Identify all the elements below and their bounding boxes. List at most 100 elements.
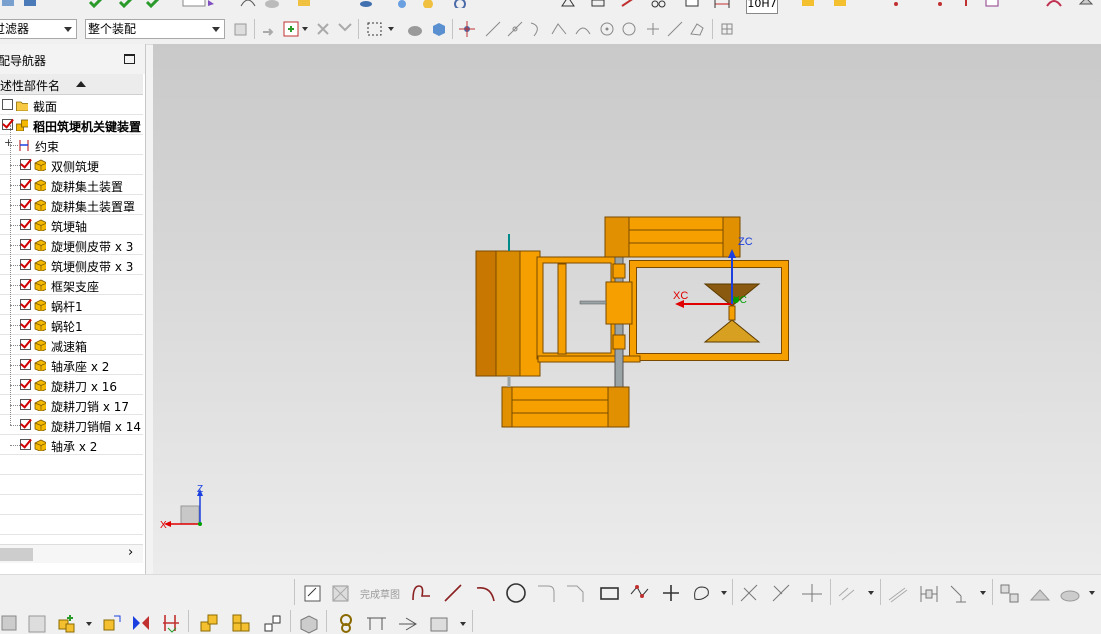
mid-point-icon[interactable] [506,20,524,38]
visibility-checkbox[interactable] [20,379,31,390]
chevron-down-icon[interactable] [460,622,466,626]
tree-node[interactable]: 旋埂侧皮带 x 3 [0,235,143,255]
measure-icon[interactable] [394,0,410,8]
belt-set-top[interactable] [604,216,741,258]
tree-node[interactable]: + 约束 [0,135,143,155]
component-icon[interactable] [800,0,816,8]
extrude-icon[interactable] [296,0,312,8]
finish-sketch-label[interactable]: 完成草图 [360,586,400,601]
dimension-icon[interactable] [714,0,730,8]
grid-icon[interactable] [718,20,736,38]
triangle-icon[interactable] [560,0,576,8]
exploded-view-icon[interactable] [198,612,220,634]
rapid-dimension-icon[interactable] [916,582,942,604]
wave-link-icon[interactable] [262,612,284,634]
arrangement-icon[interactable] [428,612,452,634]
point-icon[interactable] [660,582,682,604]
tree-node[interactable]: 旋耕刀 x 16 [0,375,143,395]
expand-icon[interactable]: + [4,136,13,149]
chevron-down-icon[interactable] [86,622,92,626]
convert-reference-icon[interactable] [1028,582,1054,604]
sketch-icon[interactable] [302,582,324,604]
visibility-checkbox[interactable] [20,259,31,270]
scope-dropdown[interactable]: 整个装配 [85,19,225,39]
tree-node[interactable]: 截面 [0,95,143,115]
sort-ascending-icon[interactable] [76,81,86,87]
point-on-face-icon[interactable] [688,20,706,38]
tree-node[interactable]: 轴承 x 2 [0,435,143,455]
visibility-checkbox[interactable] [20,239,31,250]
chevron-down-icon[interactable] [1089,591,1095,595]
chevron-down-icon[interactable] [721,591,727,595]
surface-icon[interactable] [1046,0,1062,8]
shape-icon[interactable] [1078,0,1094,8]
assembly-icon[interactable] [0,612,20,634]
model-view[interactable]: XC ZC YC Z X [153,44,1101,574]
visibility-checkbox[interactable] [20,419,31,430]
motion-icon[interactable] [364,612,390,634]
chamfer-icon[interactable] [565,582,587,604]
check-icon[interactable] [145,0,161,8]
scrollbar-thumb[interactable] [0,548,33,561]
tree-node[interactable]: 旋耕刀销帽 x 14 [0,415,143,435]
datum-icon[interactable] [590,0,606,8]
point-icon[interactable] [888,0,904,8]
check-icon[interactable] [88,0,104,8]
visibility-checkbox[interactable] [20,439,31,450]
tree-node[interactable]: 旋耕集土装置 [0,175,143,195]
end-point-icon[interactable] [484,20,502,38]
mirror-assembly-icon[interactable] [130,612,152,634]
curve-icon[interactable] [240,0,256,8]
move-component-icon[interactable] [100,612,122,634]
route-icon[interactable] [396,612,420,634]
chevron-down-icon[interactable] [868,591,874,595]
tree-node[interactable]: 框架支座 [0,275,143,295]
visibility-checkbox[interactable] [20,219,31,230]
circle-center-icon[interactable] [598,20,616,38]
tree-node[interactable]: 减速箱 [0,335,143,355]
control-point-icon[interactable] [528,20,546,38]
graphics-window[interactable]: XC ZC YC Z X [153,44,1101,574]
tolerance-field[interactable]: 10H7 [746,0,778,14]
visibility-checkbox[interactable] [20,339,31,350]
tree-node[interactable]: 轴承座 x 2 [0,355,143,375]
new-file-icon[interactable] [0,0,16,8]
display-constraints-icon[interactable] [998,582,1022,604]
point-icon[interactable] [932,0,948,8]
point-on-curve-icon[interactable] [666,20,684,38]
line-icon[interactable] [442,582,464,604]
belt-set-bottom[interactable] [501,376,630,428]
polygon-icon[interactable] [628,582,652,604]
column-header[interactable]: 描述性部件名 [0,74,143,95]
rectangle-select-icon[interactable] [366,20,384,38]
rectangle-icon[interactable] [598,582,622,604]
pattern-icon[interactable] [650,0,666,8]
offset-curve-icon[interactable] [836,582,862,604]
studio-spline-icon[interactable] [690,582,714,604]
component-array-icon[interactable] [230,612,252,634]
orient-view-icon[interactable] [452,0,468,8]
chevron-right-icon[interactable]: › [128,545,133,560]
drawing-icon[interactable] [984,0,1000,8]
profile-icon[interactable] [410,582,434,604]
shaded-view-icon[interactable] [406,20,424,38]
type-filter-dropdown[interactable]: 过滤器 [0,19,77,39]
cube-view-icon[interactable] [430,20,448,38]
sweep-icon[interactable] [264,0,280,8]
visibility-checkbox[interactable] [2,119,13,130]
visibility-checkbox[interactable] [20,359,31,370]
chevron-down-icon[interactable] [302,27,308,31]
quick-extend-icon[interactable] [770,582,794,604]
quick-trim-icon[interactable] [738,582,762,604]
select-intent-icon[interactable] [260,20,278,38]
horizontal-scrollbar[interactable]: › [0,544,143,563]
text-field-icon[interactable] [182,0,216,8]
add-selection-icon[interactable] [282,20,300,38]
component-filter-icon[interactable] [232,20,250,38]
feature-icon[interactable] [620,0,636,8]
tree-node[interactable]: 双侧筑埂 [0,155,143,175]
ridger-block[interactable] [475,234,541,377]
tree-node[interactable]: 筑埂轴 [0,215,143,235]
pin-icon[interactable] [958,0,974,8]
open-icon[interactable] [22,0,38,8]
